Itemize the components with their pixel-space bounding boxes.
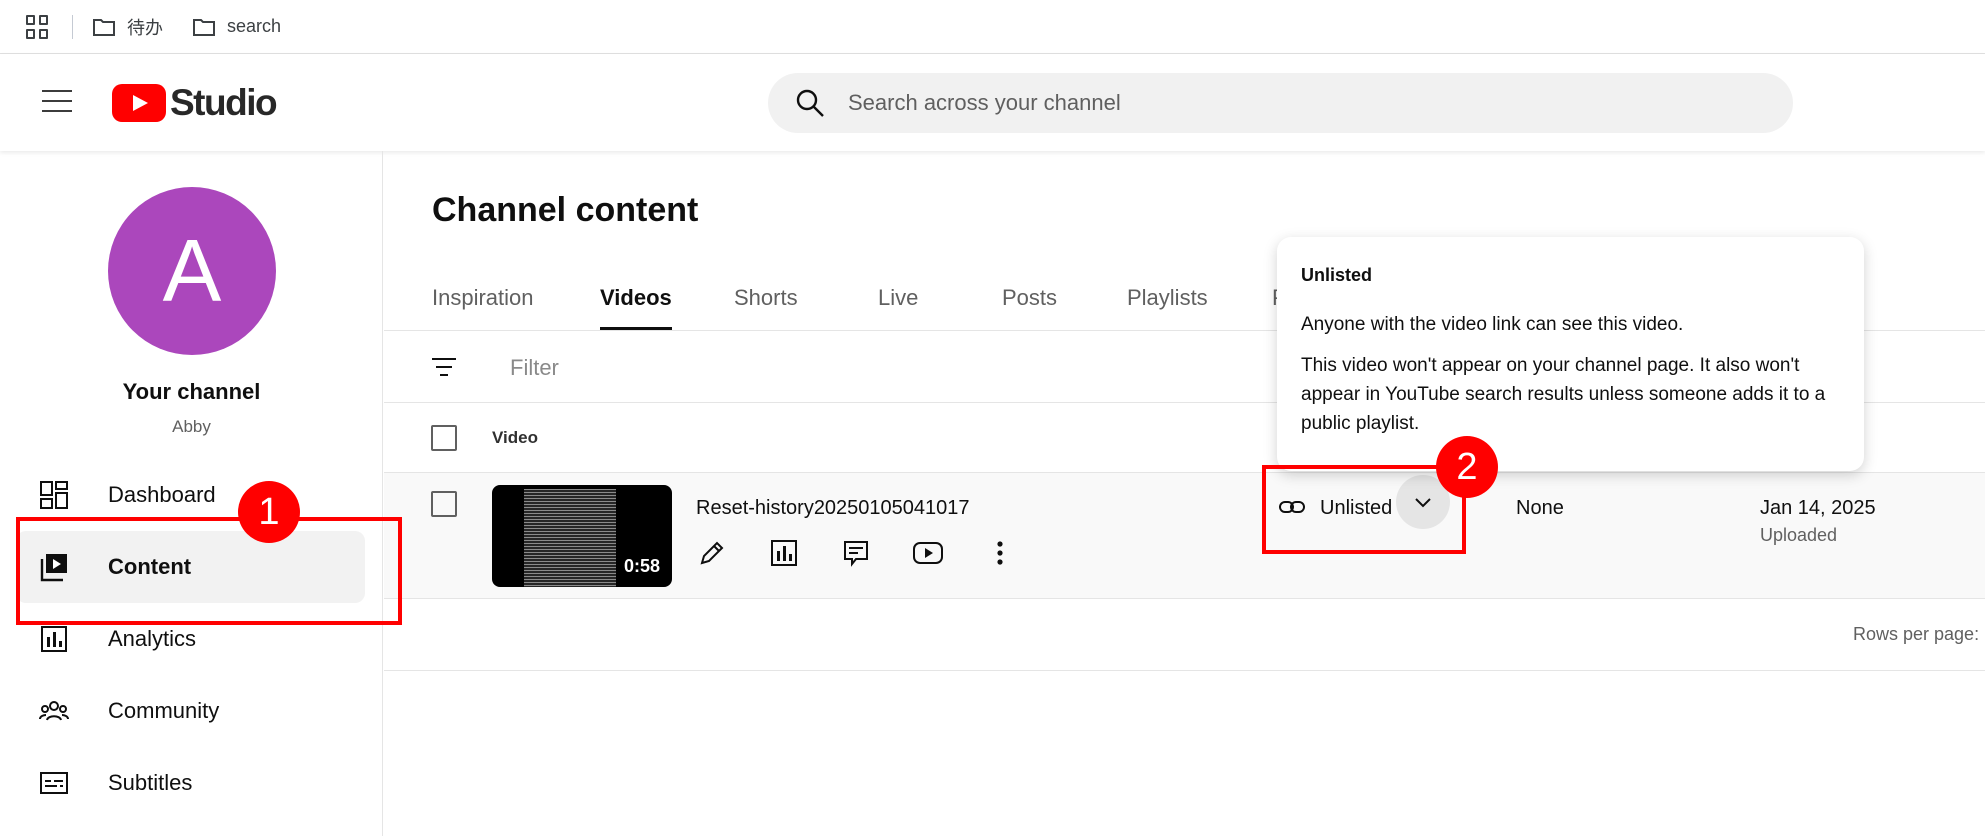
annotation-box-visibility bbox=[1262, 465, 1466, 554]
video-thumbnail[interactable]: 0:58 bbox=[492, 485, 672, 587]
rows-per-page-label: Rows per page: bbox=[1853, 624, 1980, 644]
menu-icon[interactable] bbox=[42, 90, 72, 114]
community-icon bbox=[39, 701, 69, 721]
tab-videos[interactable]: Videos bbox=[600, 285, 672, 311]
tab-posts[interactable]: Posts bbox=[1002, 285, 1057, 311]
channel-handle: Abby bbox=[172, 417, 211, 436]
comments-icon[interactable] bbox=[840, 537, 872, 569]
subtitles-icon bbox=[40, 772, 68, 794]
logo-text: Studio bbox=[170, 82, 278, 123]
analytics-icon[interactable] bbox=[768, 537, 800, 569]
bookmark-label: search bbox=[227, 16, 282, 36]
sidebar-item-subtitles[interactable]: Subtitles bbox=[0, 747, 383, 819]
youtube-icon[interactable] bbox=[912, 537, 944, 569]
restrictions-value: None bbox=[1516, 497, 1564, 519]
folder-icon bbox=[193, 18, 215, 36]
analytics-icon bbox=[41, 626, 67, 652]
visibility-tooltip: Unlisted Anyone with the video link can … bbox=[1277, 237, 1864, 471]
filter-input[interactable]: Filter bbox=[510, 355, 559, 381]
row-checkbox[interactable] bbox=[431, 491, 457, 517]
sidebar-item-label: Dashboard bbox=[108, 482, 216, 507]
column-header-video: Video bbox=[492, 428, 538, 447]
annotation-box-content bbox=[16, 517, 402, 625]
studio-logo[interactable]: Studio bbox=[112, 82, 278, 124]
tooltip-title: Unlisted bbox=[1301, 265, 1373, 285]
tab-playlists[interactable]: Playlists bbox=[1127, 285, 1208, 311]
bookmark-folder-search[interactable]: search bbox=[193, 16, 281, 37]
pagination-bar: Rows per page: bbox=[384, 599, 1985, 671]
video-duration: 0:58 bbox=[623, 556, 660, 576]
bookmarks-bar: 待办 search bbox=[0, 0, 1985, 54]
sidebar-item-label: Analytics bbox=[108, 626, 197, 651]
folder-icon bbox=[93, 18, 115, 36]
video-title[interactable]: Reset-history20250105041017 bbox=[696, 497, 970, 520]
bookmark-label: 待办 bbox=[127, 17, 163, 38]
sidebar-item-label: Community bbox=[108, 698, 220, 723]
tooltip-text: This video won't appear on your channel … bbox=[1301, 355, 1826, 434]
search-icon bbox=[796, 89, 824, 117]
bookmarks-divider bbox=[72, 14, 73, 39]
filter-icon[interactable] bbox=[430, 353, 458, 381]
thumbnail-image bbox=[524, 489, 616, 587]
search-input[interactable]: Search across your channel bbox=[768, 73, 1793, 133]
sidebar-item-community[interactable]: Community bbox=[0, 675, 383, 747]
dashboard-icon bbox=[40, 481, 68, 509]
select-all-checkbox[interactable] bbox=[431, 425, 457, 451]
sidebar-item-label: Subtitles bbox=[108, 770, 193, 795]
active-tab-underline bbox=[600, 327, 672, 330]
annotation-badge-2: 2 bbox=[1436, 436, 1498, 498]
tab-live[interactable]: Live bbox=[878, 285, 918, 311]
video-date-status: Uploaded bbox=[1760, 525, 1838, 545]
edit-icon[interactable] bbox=[696, 537, 728, 569]
page-title: Channel content bbox=[432, 191, 699, 229]
youtube-play-icon bbox=[112, 84, 166, 122]
bookmark-folder-todo[interactable]: 待办 bbox=[93, 14, 163, 40]
sidebar: A Your channel Abby Dashboard Content An… bbox=[0, 151, 383, 836]
video-date: Jan 14, 2025 bbox=[1760, 497, 1876, 519]
more-options-icon[interactable] bbox=[984, 537, 1016, 569]
channel-name: Your channel bbox=[122, 379, 261, 404]
tab-shorts[interactable]: Shorts bbox=[734, 285, 798, 311]
tab-inspiration[interactable]: Inspiration bbox=[432, 285, 534, 311]
studio-header: Studio Search across your channel bbox=[0, 54, 1985, 151]
avatar[interactable]: A bbox=[108, 187, 276, 355]
annotation-badge-1: 1 bbox=[238, 481, 300, 543]
tooltip-text: Anyone with the video link can see this … bbox=[1301, 314, 1684, 335]
apps-grid-icon[interactable] bbox=[26, 14, 50, 39]
search-placeholder: Search across your channel bbox=[848, 90, 1121, 115]
table-row[interactable]: 0:58 Reset-history20250105041017 Unliste… bbox=[384, 473, 1985, 599]
